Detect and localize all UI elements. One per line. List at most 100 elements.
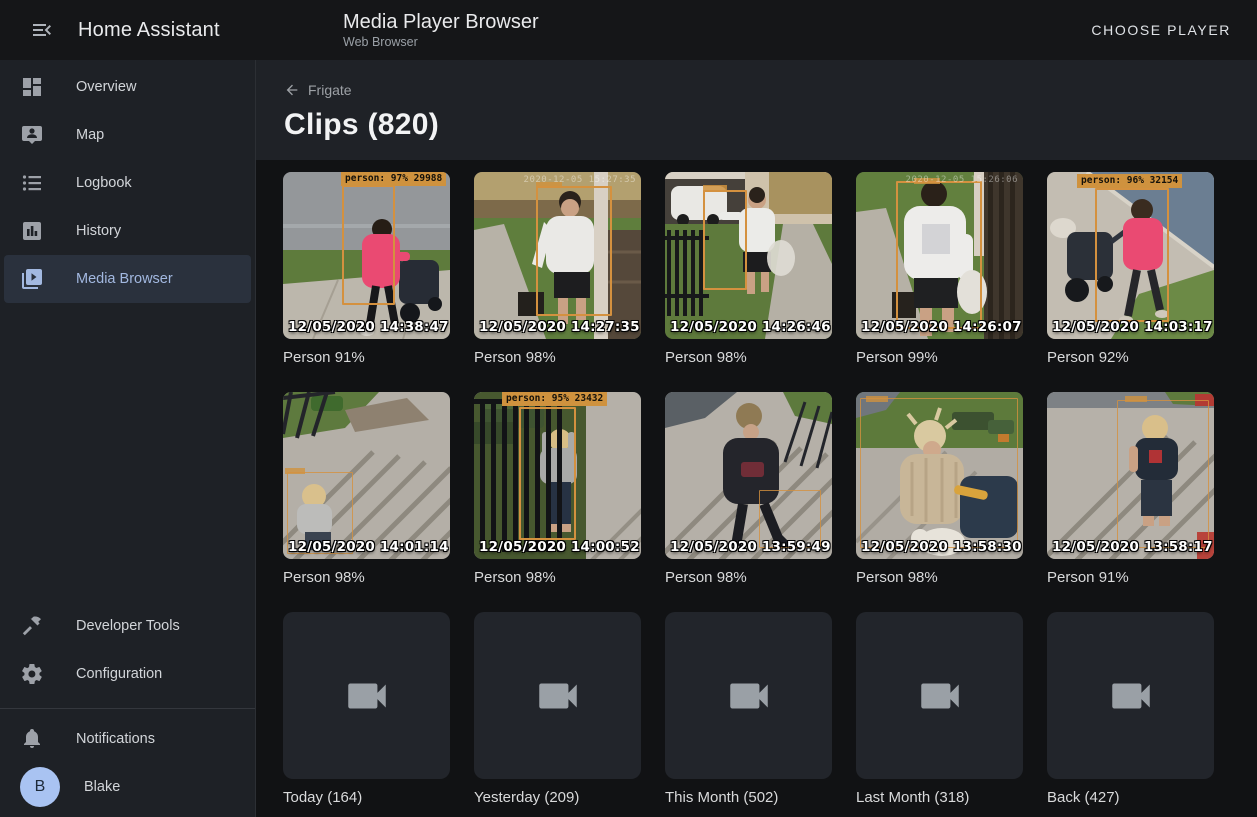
sidebar-item-label: Overview [76, 79, 136, 95]
clip-thumbnail: person: 96% 32154 12/05/2020 14:03:17 [1047, 172, 1214, 339]
folder-caption: This Month (502) [665, 788, 832, 808]
folder-tile [1047, 612, 1214, 779]
sidebar-item-label: Configuration [76, 666, 162, 682]
menu-open-icon [30, 18, 54, 42]
top-app-bar: Home Assistant Media Player Browser Web … [0, 0, 1257, 60]
main-content: Frigate Clips (820) [256, 60, 1257, 817]
sidebar-item-overview[interactable]: Overview [4, 63, 251, 111]
sidebar-toggle-button[interactable] [20, 8, 64, 52]
clip-caption: Person 91% [283, 348, 450, 368]
folder-card-this-month[interactable]: This Month (502) [665, 612, 832, 808]
bell-icon [20, 727, 44, 751]
hammer-icon [20, 614, 44, 638]
arrow-left-icon [284, 82, 300, 98]
clips-grid-area: person: 97% 29988 12/05/2020 14:38:47 Pe… [256, 160, 1257, 817]
sidebar-item-map[interactable]: Map [4, 111, 251, 159]
clips-grid: person: 97% 29988 12/05/2020 14:38:47 Pe… [283, 172, 1257, 808]
clip-caption: Person 98% [665, 348, 832, 368]
sidebar-divider [0, 708, 255, 709]
sidebar-item-label: Media Browser [76, 271, 173, 287]
sidebar-item-configuration[interactable]: Configuration [4, 650, 251, 698]
media-library-icon [20, 267, 44, 291]
clip-thumbnail: person: 97% 29988 12/05/2020 14:38:47 [283, 172, 450, 339]
clip-timestamp: 12/05/2020 14:38:47 [288, 319, 449, 335]
detection-label: person: 97% 29988 [341, 172, 446, 186]
sidebar-item-developer-tools[interactable]: Developer Tools [4, 602, 251, 650]
folder-tile [283, 612, 450, 779]
clip-caption: Person 98% [474, 348, 641, 368]
clip-card[interactable]: 2020-12-05 15:26:06 12/05/2020 14:26:07 … [856, 172, 1023, 368]
list-bulleted-icon [20, 171, 44, 195]
sidebar-item-logbook[interactable]: Logbook [4, 159, 251, 207]
video-camera-icon [342, 671, 392, 721]
content-header: Frigate Clips (820) [256, 60, 1257, 160]
sidebar-item-label: Notifications [76, 731, 155, 747]
clip-thumbnail: 12/05/2020 13:58:30 [856, 392, 1023, 559]
detection-label: person: 96% 32154 [1077, 174, 1182, 188]
video-camera-icon [724, 671, 774, 721]
folder-caption: Back (427) [1047, 788, 1214, 808]
clip-card[interactable]: 2020-12-05 15:27:35 12/05/2020 14:27:35 … [474, 172, 641, 368]
sidebar-item-history[interactable]: History [4, 207, 251, 255]
clip-card[interactable]: 12/05/2020 14:26:46 Person 98% [665, 172, 832, 368]
breadcrumb-back-frigate[interactable]: Frigate [284, 82, 352, 98]
clip-card[interactable]: 12/05/2020 13:58:30 Person 98% [856, 392, 1023, 588]
gear-icon [20, 662, 44, 686]
clip-thumbnail: 2020-12-05 15:27:35 12/05/2020 14:27:35 [474, 172, 641, 339]
sidebar-item-label: Map [76, 127, 104, 143]
clip-card[interactable]: 12/05/2020 13:58:17 Person 91% [1047, 392, 1214, 588]
clip-timestamp: 12/05/2020 14:00:52 [479, 539, 640, 555]
folder-caption: Last Month (318) [856, 788, 1023, 808]
folder-tile [665, 612, 832, 779]
sidebar-item-label: History [76, 223, 121, 239]
video-camera-icon [915, 671, 965, 721]
folder-tile [474, 612, 641, 779]
detection-label: person: 95% 23432 [502, 392, 607, 406]
clip-thumbnail: 12/05/2020 14:01:14 [283, 392, 450, 559]
video-camera-icon [1106, 671, 1156, 721]
sidebar-item-label: Logbook [76, 175, 132, 191]
clip-timestamp: 12/05/2020 14:27:35 [479, 319, 640, 335]
clip-card[interactable]: person: 96% 32154 12/05/2020 14:03:17 Pe… [1047, 172, 1214, 368]
clip-thumbnail: 12/05/2020 13:58:17 [1047, 392, 1214, 559]
clip-card[interactable]: person: 95% 23432 12/05/2020 14:00:52 Pe… [474, 392, 641, 588]
clip-caption: Person 98% [665, 568, 832, 588]
clip-timestamp: 12/05/2020 14:26:07 [861, 319, 1022, 335]
media-player-subtitle: Web Browser [343, 34, 539, 50]
clip-caption: Person 98% [856, 568, 1023, 588]
folder-card-today[interactable]: Today (164) [283, 612, 450, 808]
clip-thumbnail: 12/05/2020 14:26:46 [665, 172, 832, 339]
folder-caption: Today (164) [283, 788, 450, 808]
dashboard-icon [20, 75, 44, 99]
clip-caption: Person 98% [474, 568, 641, 588]
avatar: B [20, 767, 60, 807]
map-person-icon [20, 123, 44, 147]
clip-card[interactable]: 12/05/2020 14:01:14 Person 98% [283, 392, 450, 588]
clip-timestamp: 12/05/2020 13:59:49 [670, 539, 831, 555]
camera-osd-timestamp: 2020-12-05 15:27:35 [524, 175, 636, 185]
clip-caption: Person 92% [1047, 348, 1214, 368]
clip-caption: Person 91% [1047, 568, 1214, 588]
clip-card[interactable]: person: 97% 29988 12/05/2020 14:38:47 Pe… [283, 172, 450, 368]
clip-timestamp: 12/05/2020 13:58:30 [861, 539, 1022, 555]
camera-osd-timestamp: 2020-12-05 15:26:06 [906, 175, 1018, 185]
clip-timestamp: 12/05/2020 14:26:46 [670, 319, 831, 335]
sidebar-item-media-browser[interactable]: Media Browser [4, 255, 251, 303]
folder-card-yesterday[interactable]: Yesterday (209) [474, 612, 641, 808]
clip-timestamp: 12/05/2020 13:58:17 [1052, 539, 1213, 555]
folder-card-last-month[interactable]: Last Month (318) [856, 612, 1023, 808]
media-player-title: Media Player Browser [343, 10, 539, 34]
sidebar-item-notifications[interactable]: Notifications [4, 715, 251, 763]
page-title: Clips (820) [284, 108, 1229, 142]
topbar-left: Home Assistant [0, 8, 256, 52]
folder-card-back[interactable]: Back (427) [1047, 612, 1214, 808]
clip-thumbnail: person: 95% 23432 12/05/2020 14:00:52 [474, 392, 641, 559]
sidebar-item-profile[interactable]: B Blake [4, 763, 251, 811]
video-camera-icon [533, 671, 583, 721]
clip-card[interactable]: 12/05/2020 13:59:49 Person 98% [665, 392, 832, 588]
choose-player-button[interactable]: CHOOSE PLAYER [1079, 12, 1243, 48]
clip-thumbnail: 2020-12-05 15:26:06 12/05/2020 14:26:07 [856, 172, 1023, 339]
sidebar: Overview Map Logbook [0, 60, 256, 817]
bar-chart-icon [20, 219, 44, 243]
clip-thumbnail: 12/05/2020 13:59:49 [665, 392, 832, 559]
